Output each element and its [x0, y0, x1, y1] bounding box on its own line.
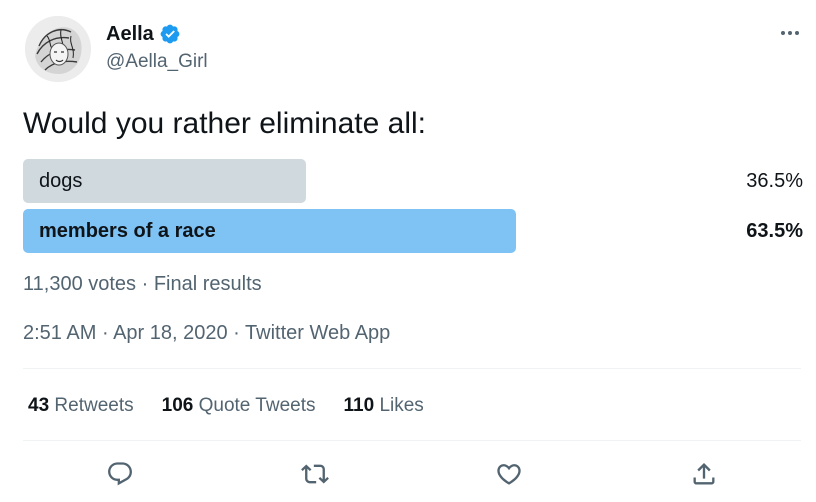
quote-tweets-stat[interactable]: 106 Quote Tweets: [162, 392, 316, 420]
reply-icon: [108, 462, 132, 486]
tweet-stats: 43 Retweets 106 Quote Tweets 110 Likes: [28, 392, 452, 420]
quote-tweets-label: Quote Tweets: [198, 395, 316, 416]
poll-option-percent: 63.5%: [746, 220, 803, 242]
retweets-label: Retweets: [54, 395, 134, 416]
poll-option-label: dogs: [39, 170, 83, 192]
tweet-time-link[interactable]: 2:51 AM · Apr 18, 2020: [23, 322, 228, 344]
poll-option-label: members of a race: [39, 220, 216, 242]
poll-option[interactable]: dogs 36.5%: [23, 159, 803, 203]
like-icon: [497, 464, 521, 485]
tweet-actions: [0, 454, 816, 494]
poll-results-meta: 11,300 votes · Final results: [23, 270, 262, 298]
likes-count: 110: [343, 395, 375, 416]
author-handle[interactable]: @Aella_Girl: [106, 49, 208, 75]
poll-option-percent: 36.5%: [746, 170, 803, 192]
more-dot: [795, 31, 799, 35]
more-dot: [788, 31, 792, 35]
separator: ·: [101, 322, 109, 344]
more-options-icon[interactable]: [776, 22, 804, 44]
poll-status: Final results: [153, 273, 262, 295]
likes-stat[interactable]: 110 Likes: [344, 392, 424, 420]
verified-badge-icon: [159, 23, 181, 45]
author-name-row[interactable]: Aella: [106, 21, 181, 47]
tweet-text: Would you rather eliminate all:: [23, 107, 426, 140]
share-icon: [693, 463, 715, 485]
tweet-date: Apr 18, 2020: [113, 322, 228, 344]
divider: [23, 368, 801, 369]
poll-vote-count: 11,300 votes: [23, 273, 137, 295]
author-display-name[interactable]: Aella: [106, 21, 154, 47]
divider: [23, 440, 801, 441]
retweets-count: 43: [28, 395, 50, 416]
reply-button[interactable]: [100, 454, 140, 494]
retweet-icon: [301, 464, 329, 484]
avatar[interactable]: [25, 16, 91, 82]
tweet-source-link[interactable]: Twitter Web App: [245, 322, 390, 344]
more-dot: [781, 31, 785, 35]
share-button[interactable]: [684, 454, 724, 494]
like-button[interactable]: [489, 454, 529, 494]
likes-label: Likes: [379, 395, 424, 416]
avatar-image: [25, 16, 91, 82]
retweet-button[interactable]: [295, 454, 335, 494]
poll-option[interactable]: members of a race 63.5%: [23, 209, 803, 253]
separator: ·: [141, 273, 149, 295]
tweet-time: 2:51 AM: [23, 322, 97, 344]
separator: ·: [233, 322, 240, 344]
retweets-stat[interactable]: 43 Retweets: [28, 392, 134, 420]
tweet-timestamp: 2:51 AM · Apr 18, 2020 · Twitter Web App: [23, 319, 390, 347]
quote-tweets-count: 106: [161, 395, 194, 416]
